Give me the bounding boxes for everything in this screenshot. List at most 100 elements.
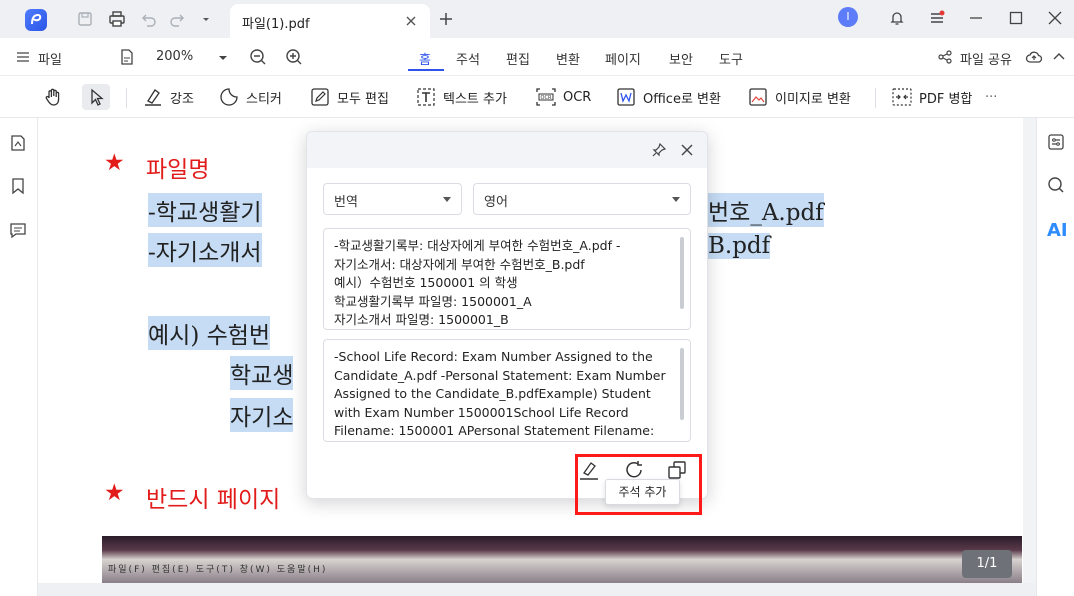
edit-all-button[interactable]: 모두 편집	[309, 84, 389, 110]
cursor-icon	[91, 88, 104, 106]
language-select[interactable]: 영어	[473, 183, 691, 215]
merge-icon	[892, 88, 912, 106]
translate-panel: 번역 영어 -학교생활기록부: 대상자에게 부여한 수험번호_A.pdf - 자…	[306, 131, 708, 499]
chevron-down-icon	[443, 197, 451, 202]
title-bar: 파일(1).pdf I	[0, 0, 1074, 38]
svg-text:OCR: OCR	[541, 95, 552, 101]
image-convert-button[interactable]: 이미지로 변환	[747, 84, 851, 110]
search-icon[interactable]	[1047, 176, 1065, 194]
comment-icon[interactable]	[9, 221, 27, 239]
translated-text-box[interactable]: -School Life Record: Exam Number Assigne…	[323, 339, 691, 442]
doc-line: 학교생	[230, 356, 294, 390]
heading-star: ★	[104, 150, 125, 176]
maximize-icon[interactable]	[1007, 9, 1025, 27]
avatar[interactable]: I	[838, 7, 858, 27]
page-view-icon[interactable]	[118, 48, 136, 66]
nav-tools[interactable]: 도구	[719, 49, 743, 68]
source-text: -학교생활기록부: 대상자에게 부여한 수험번호_A.pdf - 자기소개서: …	[334, 238, 621, 327]
share-file-button[interactable]: 파일 공유	[960, 49, 1012, 68]
mode-select[interactable]: 번역	[323, 183, 462, 215]
office-convert-button[interactable]: Office로 변환	[615, 84, 721, 110]
right-sidebar: AI	[1036, 118, 1074, 596]
zoom-dropdown-icon[interactable]	[217, 48, 229, 66]
doc-line: 예시) 수험번	[148, 316, 271, 350]
nav-edit[interactable]: 편집	[506, 49, 530, 68]
new-tab-icon[interactable]	[437, 10, 455, 28]
pin-icon[interactable]	[651, 142, 667, 158]
doc-line: -학교생활기	[148, 193, 262, 227]
ai-assistant-icon[interactable]: AI	[1047, 220, 1068, 241]
collapse-ribbon-icon[interactable]	[1052, 48, 1066, 66]
embedded-screenshot-image: 파일(F) 편집(E) 도구(T) 창(W) 도움말(H)	[102, 536, 1022, 583]
image-convert-label: 이미지로 변환	[775, 91, 851, 107]
thumbnail-icon[interactable]	[9, 134, 27, 152]
translated-text: -School Life Record: Exam Number Assigne…	[334, 349, 666, 438]
doc-line: -자기소개서	[148, 233, 262, 267]
ribbon-toolbar: 강조 스티커 모두 편집 텍스트 추가 OCR OCR Office로 변환 이…	[0, 76, 1074, 118]
nav-page[interactable]: 페이지	[605, 49, 641, 68]
bookmark-icon[interactable]	[9, 177, 27, 195]
nav-home[interactable]: 홈	[419, 49, 431, 68]
sticker-button[interactable]: 스티커	[218, 84, 282, 110]
pdf-merge-label: PDF 병합	[919, 91, 973, 107]
edit-icon	[311, 88, 329, 106]
panel-header	[307, 132, 707, 168]
zoom-in-icon[interactable]	[285, 48, 303, 66]
redo-icon[interactable]	[169, 10, 187, 28]
menu-icon[interactable]	[928, 9, 946, 27]
heading-star: ★	[104, 480, 125, 506]
chevron-down-icon	[672, 197, 680, 202]
nav-convert[interactable]: 변환	[556, 49, 580, 68]
source-text-box[interactable]: -학교생활기록부: 대상자에게 부여한 수험번호_A.pdf - 자기소개서: …	[323, 228, 691, 330]
doc-heading-filename: 파일명	[146, 157, 210, 183]
mode-value: 번역	[334, 195, 358, 210]
doc-line: B.pdf	[708, 233, 771, 259]
scrollbar[interactable]	[680, 237, 684, 309]
add-text-button[interactable]: 텍스트 추가	[415, 84, 507, 110]
tab-title: 파일(1).pdf	[242, 17, 310, 32]
nav-security[interactable]: 보안	[669, 49, 693, 68]
pdf-merge-button[interactable]: PDF 병합	[891, 84, 972, 110]
word-doc-icon	[617, 88, 635, 106]
nav-annotate[interactable]: 주석	[456, 49, 480, 68]
sticker-label: 스티커	[246, 91, 282, 107]
office-convert-label: Office로 변환	[643, 91, 721, 107]
bell-icon[interactable]	[888, 9, 906, 27]
hamburger-icon[interactable]	[16, 48, 30, 66]
toolbar-divider	[126, 88, 127, 108]
menu-bar: 파일 200% 홈 주석 편집 변환 페이지 보안 도구 파일 공유	[0, 38, 1074, 76]
select-tool-button[interactable]	[82, 84, 110, 110]
doc-line: 번호_A.pdf	[708, 193, 824, 227]
minimize-icon[interactable]	[967, 9, 985, 27]
cloud-upload-icon[interactable]	[1025, 48, 1043, 66]
share-icon[interactable]	[937, 48, 953, 66]
properties-icon[interactable]	[1047, 133, 1065, 151]
highlighter-icon	[145, 89, 161, 106]
window-close-icon[interactable]	[1046, 9, 1064, 27]
print-icon[interactable]	[108, 10, 126, 28]
more-tools-button[interactable]: ···	[985, 84, 997, 110]
close-icon[interactable]	[404, 14, 418, 28]
ocr-button[interactable]: OCR OCR	[535, 84, 591, 110]
doc-heading-page: 반드시 페이지	[146, 487, 281, 513]
quick-access-dropdown-icon[interactable]	[200, 10, 212, 28]
ocr-label: OCR	[563, 89, 592, 105]
zoom-out-icon[interactable]	[249, 48, 267, 66]
language-value: 영어	[484, 195, 508, 210]
app-logo-icon	[25, 9, 47, 31]
scrollbar[interactable]	[680, 348, 684, 420]
document-tab[interactable]: 파일(1).pdf	[230, 4, 430, 38]
horizontal-scroll-area[interactable]	[38, 583, 1036, 596]
zoom-level[interactable]: 200%	[156, 49, 193, 64]
save-icon[interactable]	[76, 10, 94, 28]
page-indicator: 1/1	[962, 550, 1012, 578]
file-menu[interactable]: 파일	[38, 49, 62, 68]
edit-all-label: 모두 편집	[337, 91, 389, 107]
highlight-label: 강조	[170, 91, 194, 107]
image-icon	[749, 88, 767, 106]
close-icon[interactable]	[679, 142, 695, 158]
highlight-button[interactable]: 강조	[142, 84, 194, 110]
add-text-label: 텍스트 추가	[443, 91, 507, 107]
undo-icon[interactable]	[139, 10, 157, 28]
hand-tool-button[interactable]	[42, 84, 64, 110]
